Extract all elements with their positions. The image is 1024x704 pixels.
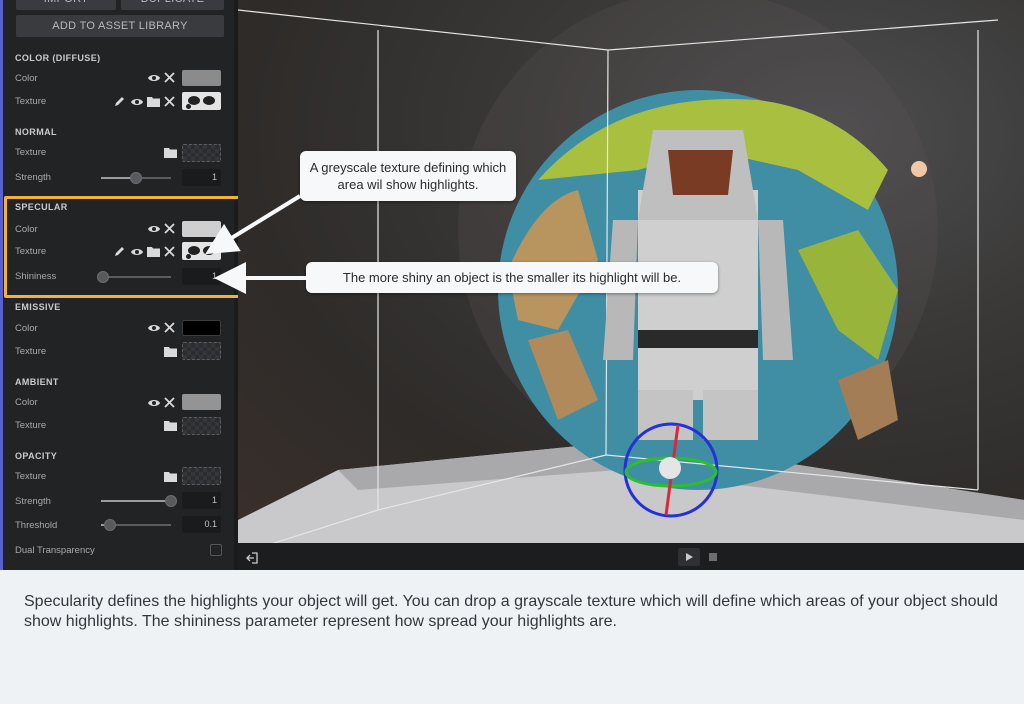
opacity-texture-dropzone[interactable] xyxy=(182,467,221,485)
emissive-texture-label: Texture xyxy=(15,346,47,357)
folder-icon[interactable] xyxy=(147,96,160,107)
close-icon[interactable] xyxy=(164,322,175,333)
opacity-threshold-label: Threshold xyxy=(15,520,58,531)
section-title-emissive: EMISSIVE xyxy=(15,302,61,312)
opacity-strength-slider[interactable] xyxy=(101,495,177,507)
close-icon[interactable] xyxy=(164,96,175,107)
normal-strength-value[interactable]: 1 xyxy=(182,169,221,186)
duplicate-button[interactable]: DUPLICATE xyxy=(121,0,224,10)
ambient-texture-dropzone[interactable] xyxy=(182,417,221,435)
normal-texture-dropzone[interactable] xyxy=(182,144,221,162)
folder-icon[interactable] xyxy=(164,420,177,431)
slider-fill xyxy=(101,500,171,502)
opacity-strength-value[interactable]: 1 xyxy=(182,492,221,509)
dual-transparency-checkbox[interactable] xyxy=(210,544,222,556)
diffuse-color-label: Color xyxy=(15,73,38,84)
shininess-tip-callout: The more shiny an object is the smaller … xyxy=(306,262,718,293)
viewport-toolbar xyxy=(238,543,1024,570)
folder-icon[interactable] xyxy=(164,346,177,357)
folder-icon[interactable] xyxy=(164,471,177,482)
normal-texture-label: Texture xyxy=(15,147,47,158)
add-to-asset-library-button[interactable]: ADD TO ASSET LIBRARY xyxy=(16,15,224,37)
stop-button[interactable] xyxy=(702,548,724,566)
folder-icon[interactable] xyxy=(164,147,177,158)
section-title-normal: NORMAL xyxy=(15,127,57,137)
eye-icon[interactable] xyxy=(147,398,161,408)
eye-icon[interactable] xyxy=(130,97,144,107)
opacity-threshold-value[interactable]: 0.1 xyxy=(182,516,221,533)
app-root: IMPORT DUPLICATE ADD TO ASSET LIBRARY CO… xyxy=(0,0,1024,704)
play-icon xyxy=(686,553,693,561)
dual-transparency-label: Dual Transparency xyxy=(15,545,95,556)
section-title-opacity: OPACITY xyxy=(15,451,58,461)
ambient-color-label: Color xyxy=(15,397,38,408)
slider-knob[interactable] xyxy=(165,495,177,507)
texture-tip-callout: A greyscale texture defining which area … xyxy=(300,151,516,201)
description-caption: Specularity defines the highlights your … xyxy=(24,593,998,630)
eye-icon[interactable] xyxy=(147,73,161,83)
diffuse-texture-thumbnail[interactable] xyxy=(182,92,221,110)
emissive-color-swatch[interactable] xyxy=(182,320,221,336)
section-title-color-diffuse: COLOR (DIFFUSE) xyxy=(15,53,101,63)
ambient-color-swatch[interactable] xyxy=(182,394,221,410)
normal-strength-label: Strength xyxy=(15,172,51,183)
normal-strength-slider[interactable] xyxy=(101,172,171,184)
close-icon[interactable] xyxy=(164,397,175,408)
close-icon[interactable] xyxy=(164,72,175,83)
section-title-ambient: AMBIENT xyxy=(15,377,59,387)
opacity-threshold-slider[interactable] xyxy=(101,519,171,531)
diffuse-texture-label: Texture xyxy=(15,96,47,107)
emissive-texture-dropzone[interactable] xyxy=(182,342,221,360)
opacity-texture-label: Texture xyxy=(15,471,47,482)
ambient-texture-label: Texture xyxy=(15,420,47,431)
pencil-icon[interactable] xyxy=(114,96,126,107)
opacity-strength-label: Strength xyxy=(15,496,51,507)
play-button[interactable] xyxy=(678,548,700,566)
slider-knob[interactable] xyxy=(130,172,142,184)
exit-icon[interactable] xyxy=(246,551,258,569)
eye-icon[interactable] xyxy=(147,323,161,333)
specular-section-highlight xyxy=(4,196,250,298)
stop-icon xyxy=(709,553,717,561)
diffuse-color-swatch[interactable] xyxy=(182,70,221,86)
emissive-color-label: Color xyxy=(15,323,38,334)
slider-knob[interactable] xyxy=(104,519,116,531)
import-button[interactable]: IMPORT xyxy=(16,0,116,10)
